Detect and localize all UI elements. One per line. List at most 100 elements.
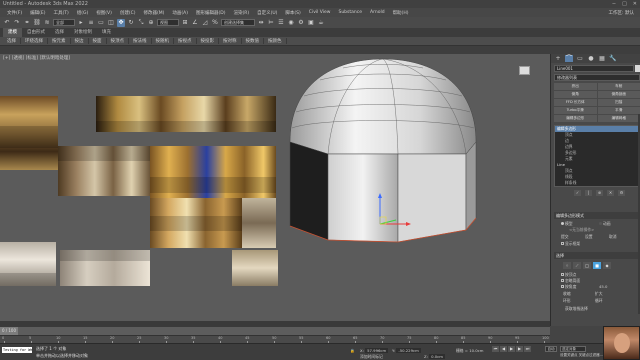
pin-stack-icon[interactable]: ✓ <box>574 190 581 196</box>
render-setup-icon[interactable]: ⚙ <box>297 19 305 27</box>
next-frame-icon[interactable]: ▶ <box>516 346 523 352</box>
move-gizmo[interactable] <box>370 190 414 234</box>
modifier-button[interactable]: Turbo平滑 <box>554 107 597 114</box>
menu-tools[interactable]: 工具(T) <box>49 10 72 16</box>
element-select-icon[interactable]: ◆ <box>603 262 611 269</box>
modifier-button[interactable]: 倒角剖面 <box>597 91 640 98</box>
align-icon[interactable]: ⊨ <box>267 19 275 27</box>
named-selection-select[interactable]: 创建选择集 <box>221 19 255 26</box>
scale-icon[interactable]: ⤡ <box>137 19 145 27</box>
ribbon-item[interactable]: 按元素 <box>48 38 71 44</box>
cancel-button[interactable]: 取消 <box>609 234 617 240</box>
polygon-select-icon[interactable]: ■ <box>593 262 601 269</box>
tab-populate[interactable]: 填充 <box>97 28 116 37</box>
select-name-icon[interactable]: ≡ <box>87 19 95 27</box>
menu-file[interactable]: 文件(F) <box>3 10 26 16</box>
tab-freeform[interactable]: 自由形式 <box>22 28 50 37</box>
modifier-button[interactable]: 平滑 <box>597 107 640 114</box>
link-icon[interactable]: ⚭ <box>23 19 31 27</box>
menu-group[interactable]: 组(G) <box>73 10 93 16</box>
x-value[interactable]: 57.996cm <box>365 348 389 353</box>
perspective-viewport[interactable]: [+] [透视] [标准] [默认明暗处理] <box>0 54 550 321</box>
previous-frame-icon[interactable]: ◀ <box>500 346 507 352</box>
viewcube-icon[interactable] <box>519 66 530 75</box>
menu-help[interactable]: 帮助(H) <box>389 10 413 16</box>
menu-edit[interactable]: 编辑(E) <box>26 10 49 16</box>
vertex-select-icon[interactable]: ⁘ <box>563 262 571 269</box>
edge-select-icon[interactable]: ⟋ <box>573 262 581 269</box>
go-to-end-icon[interactable]: ⏭ <box>524 346 531 352</box>
object-color-swatch[interactable] <box>635 65 640 72</box>
pivot-icon[interactable]: ⊞ <box>181 19 189 27</box>
modifier-button[interactable]: 倒角 <box>554 91 597 98</box>
show-cage-checkbox[interactable]: 显示框架 <box>561 241 580 247</box>
add-time-tag[interactable]: 添加时间标记 <box>360 354 383 360</box>
ribbon-item[interactable]: 按视点 <box>174 38 197 44</box>
place-icon[interactable]: ⊕ <box>147 19 155 27</box>
render-icon[interactable]: ☕ <box>317 19 325 27</box>
ribbon-item[interactable]: 按随机 <box>152 38 174 44</box>
unlink-icon[interactable]: ⛓ <box>33 19 41 27</box>
modifier-button[interactable]: 车削 <box>597 83 640 90</box>
menu-customize[interactable]: 自定义(U) <box>253 10 281 16</box>
set-key-filters[interactable]: 设置关键点 关键点过滤器... <box>560 353 603 359</box>
commit-button[interactable]: 提交 <box>561 234 569 240</box>
menu-create[interactable]: 创建(C) <box>116 10 140 16</box>
rollout-edit-poly-mode[interactable]: 编辑多边形模式 <box>554 212 640 219</box>
y-value[interactable]: -50.229cm <box>396 348 421 353</box>
maxscript-listener-field[interactable]: Testing for Wel <box>2 347 32 353</box>
show-end-result-icon[interactable]: | <box>585 190 592 196</box>
workspace-selector[interactable]: 工作区: 默认 <box>609 10 634 16</box>
layer-icon[interactable]: ☰ <box>277 19 285 27</box>
motion-tab-icon[interactable]: ● <box>587 55 595 62</box>
settings-button[interactable]: 设置 <box>585 234 593 240</box>
go-to-start-icon[interactable]: ⏮ <box>492 346 499 352</box>
make-unique-icon[interactable]: ⊕ <box>596 190 603 196</box>
maximize-icon[interactable]: □ <box>622 1 627 7</box>
utilities-tab-icon[interactable]: 🔧 <box>609 55 617 62</box>
menu-animation[interactable]: 动画(A) <box>168 10 192 16</box>
mode-anim-radio[interactable]: 动画 <box>599 221 611 227</box>
modifier-button[interactable]: 编辑多边形 <box>554 115 597 122</box>
object-name-field[interactable]: Line001 <box>554 65 634 72</box>
play-icon[interactable]: ▶ <box>508 346 515 352</box>
menu-civil-view[interactable]: Civil View <box>305 10 335 15</box>
rect-select-icon[interactable]: ▭ <box>97 19 105 27</box>
percent-snap-icon[interactable]: % <box>211 19 219 27</box>
ribbon-item[interactable]: 按数值 <box>242 38 264 44</box>
ribbon-item[interactable]: 按投影 <box>197 38 219 44</box>
modifier-button[interactable]: 挤出 <box>554 83 597 90</box>
selection-filter-select[interactable]: 全部 <box>53 19 75 26</box>
mirror-icon[interactable]: ⇹ <box>257 19 265 27</box>
move-icon[interactable]: ✥ <box>117 18 125 27</box>
key-mode-select[interactable]: 选定对象 <box>560 346 586 352</box>
lock-icon[interactable]: 🔒 <box>350 348 355 353</box>
ribbon-item[interactable]: 按颜色 <box>264 38 287 44</box>
modifier-button[interactable]: FFD 长方体 <box>554 99 597 106</box>
rollout-selection[interactable]: 选择 <box>554 252 640 259</box>
ribbon-item[interactable]: 环绕选择 <box>21 38 48 44</box>
ribbon-item[interactable]: 按边 <box>71 38 89 44</box>
time-slider[interactable]: 0 / 100 <box>0 327 550 335</box>
ribbon-item[interactable]: 选择 <box>3 38 21 44</box>
time-slider-knob[interactable]: 0 / 100 <box>0 327 18 335</box>
viewport-label[interactable]: [+] [透视] [标准] [默认明暗处理] <box>3 55 70 61</box>
get-stack-selection-button[interactable]: 获取堆栈选择 <box>565 306 588 312</box>
select-icon[interactable]: ▸ <box>77 19 85 27</box>
menu-views[interactable]: 视图(V) <box>92 10 116 16</box>
z-value[interactable]: 0.0cm <box>429 354 445 359</box>
by-angle-checkbox[interactable]: 按角度 <box>561 284 576 290</box>
material-icon[interactable]: ◉ <box>287 19 295 27</box>
angle-snap-icon[interactable]: ◿ <box>201 19 209 27</box>
menu-graph-editors[interactable]: 图形编辑器(D) <box>192 10 229 16</box>
ribbon-item[interactable]: 按法线 <box>129 38 152 44</box>
border-select-icon[interactable]: ◯ <box>583 262 591 269</box>
ribbon-item[interactable]: 按面 <box>89 38 107 44</box>
modify-tab-icon[interactable]: ⌒ <box>565 55 573 62</box>
auto-key-button[interactable]: 自动 <box>545 346 557 352</box>
minimize-icon[interactable]: − <box>612 1 616 7</box>
reference-coord-select[interactable]: 视图 <box>157 19 179 26</box>
tab-object-paint[interactable]: 对象绘制 <box>69 28 97 37</box>
menu-modifiers[interactable]: 修改器(M) <box>139 10 168 16</box>
rotate-icon[interactable]: ↻ <box>127 19 135 27</box>
